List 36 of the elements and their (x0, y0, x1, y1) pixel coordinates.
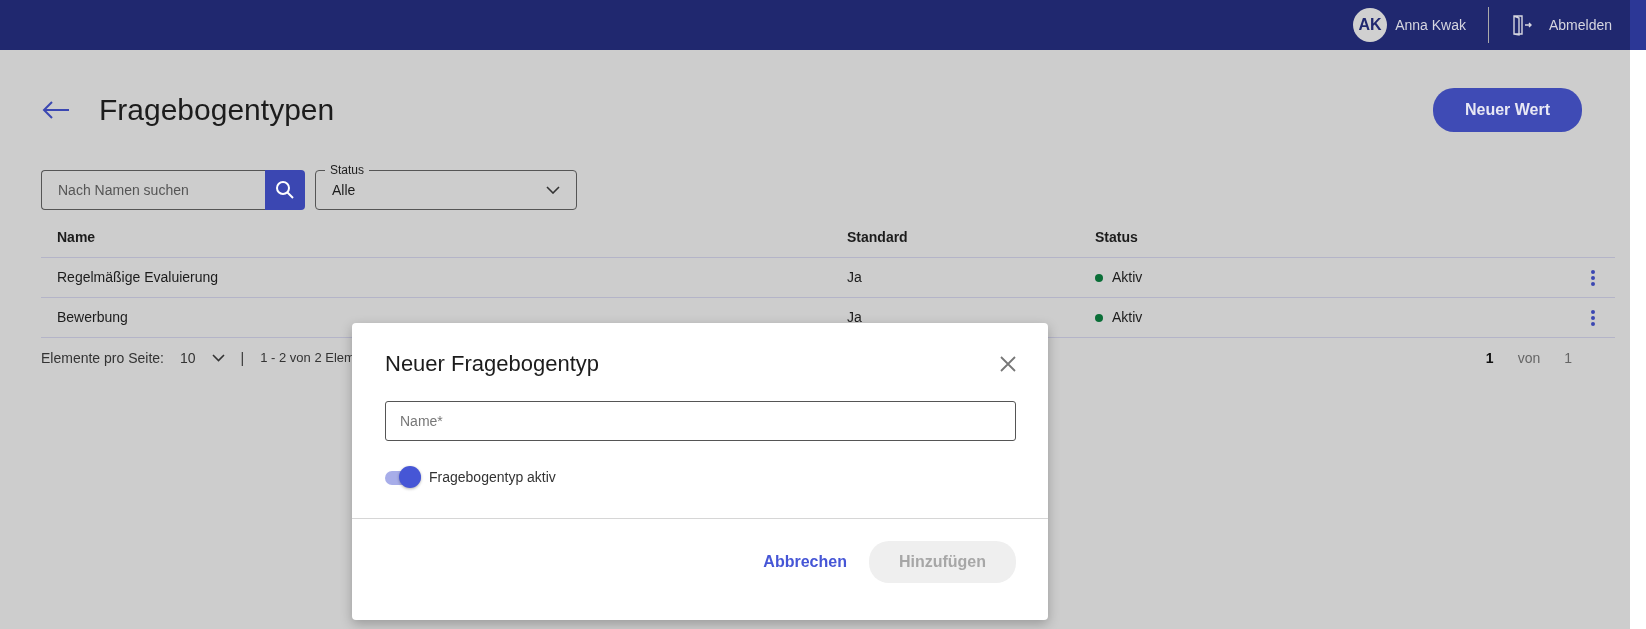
close-icon[interactable] (1000, 356, 1016, 373)
page-title: Fragebogentypen (99, 92, 335, 128)
select-value: Alle (332, 180, 356, 200)
more-options-icon[interactable] (1591, 269, 1595, 286)
total-pages: 1 (1564, 348, 1572, 368)
toggle-label: Fragebogentyp aktiv (429, 468, 556, 488)
cancel-button[interactable]: Abbrechen (757, 549, 853, 576)
per-page-value[interactable]: 10 (179, 347, 196, 369)
logout-button[interactable]: Abmelden (1548, 14, 1612, 36)
new-value-button[interactable]: Neuer Wert (1432, 88, 1582, 132)
column-header: Name (57, 229, 96, 245)
door-exit-icon (1510, 14, 1533, 36)
search-field[interactable]: Nach Namen suchen (41, 170, 265, 210)
column-header: Standard (847, 229, 908, 245)
table-cell: Ja (847, 309, 862, 325)
user-name: Anna Kwak (1395, 15, 1466, 35)
table-cell: Bewerbung (57, 309, 128, 325)
search-icon (275, 180, 295, 200)
chevron-down-icon[interactable] (211, 354, 225, 362)
column-header: Status (1095, 228, 1138, 247)
table-cell: Regelmäßige Evaluierung (57, 269, 219, 285)
name-input-field[interactable]: Name* (385, 401, 1016, 442)
scrollbar[interactable] (1630, 0, 1646, 629)
back-arrow-icon[interactable] (41, 100, 71, 120)
more-options-icon[interactable] (1591, 309, 1595, 326)
dialog-title: Neuer Fragebogentyp (385, 351, 600, 378)
status-text: Aktiv (1112, 268, 1143, 287)
user-avatar[interactable]: AK (1353, 8, 1388, 42)
table-cell: Ja (847, 269, 862, 285)
separator-text: | (240, 348, 245, 368)
current-page: 1 (1485, 348, 1494, 368)
chevron-down-icon (546, 186, 560, 194)
of-label: von (1517, 348, 1541, 368)
search-button[interactable] (265, 170, 305, 210)
status-text: Aktiv (1112, 308, 1143, 327)
per-page-label: Elemente pro Seite: (41, 348, 164, 368)
